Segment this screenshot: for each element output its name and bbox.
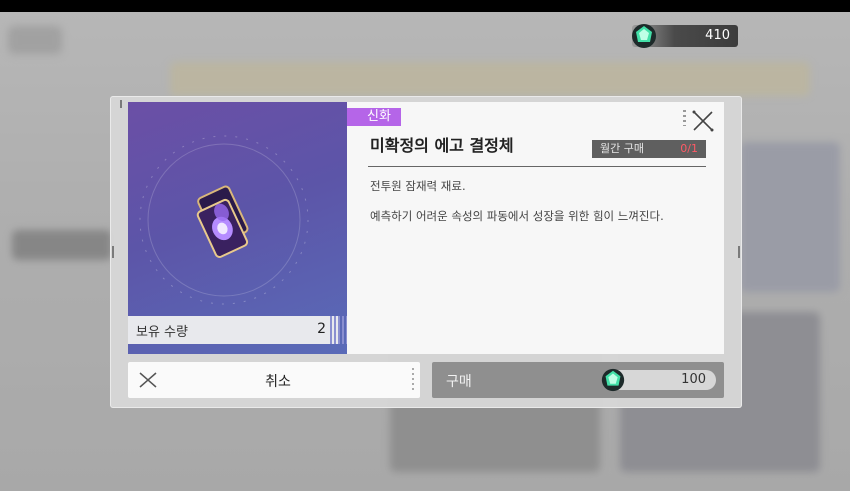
price-tag: 100 [601,368,716,392]
monthly-label: 월간 구매 [600,142,644,155]
title-divider [368,166,706,167]
owned-quantity-bar: 보유 수량 2 [128,316,347,344]
crystal-gem-icon [601,368,625,392]
rarity-badge: 신화 [347,108,401,126]
item-title: 미확정의 에고 결정체 [370,136,514,155]
monthly-value: 0/1 [680,142,698,155]
barcode-decoration [330,316,347,344]
left-edge-tick [112,246,114,258]
dots-decoration [683,110,686,126]
corner-tick [120,100,122,108]
currency-amount: 410 [705,28,730,43]
owned-value: 2 [317,321,326,337]
buy-button[interactable]: 구매 100 [432,362,724,398]
crystal-gem-icon [632,24,656,48]
close-icon[interactable] [690,108,716,134]
purchase-dialog: 보유 수량 2 신화 미확정의 에고 결정체 월간 구매 0/1 전투원 잠재력… [110,96,742,408]
item-artwork: 보유 수량 2 [128,102,347,354]
item-panel: 보유 수량 2 신화 미확정의 에고 결정체 월간 구매 0/1 전투원 잠재력… [128,102,724,354]
dots-decoration [412,368,414,392]
price-amount: 100 [681,372,706,387]
item-description-2: 예측하기 어려운 속성의 파동에서 성장을 위한 힘이 느껴진다. [370,209,664,223]
item-description-1: 전투원 잠재력 재료. [370,179,466,193]
buy-label: 구매 [446,374,472,390]
monthly-purchase-limit: 월간 구매 0/1 [592,140,706,158]
cancel-button[interactable]: 취소 [128,362,420,398]
right-edge-tick [738,246,740,258]
currency-display: 410 [632,24,738,48]
owned-label: 보유 수량 [136,325,188,340]
cancel-label: 취소 [265,374,291,390]
